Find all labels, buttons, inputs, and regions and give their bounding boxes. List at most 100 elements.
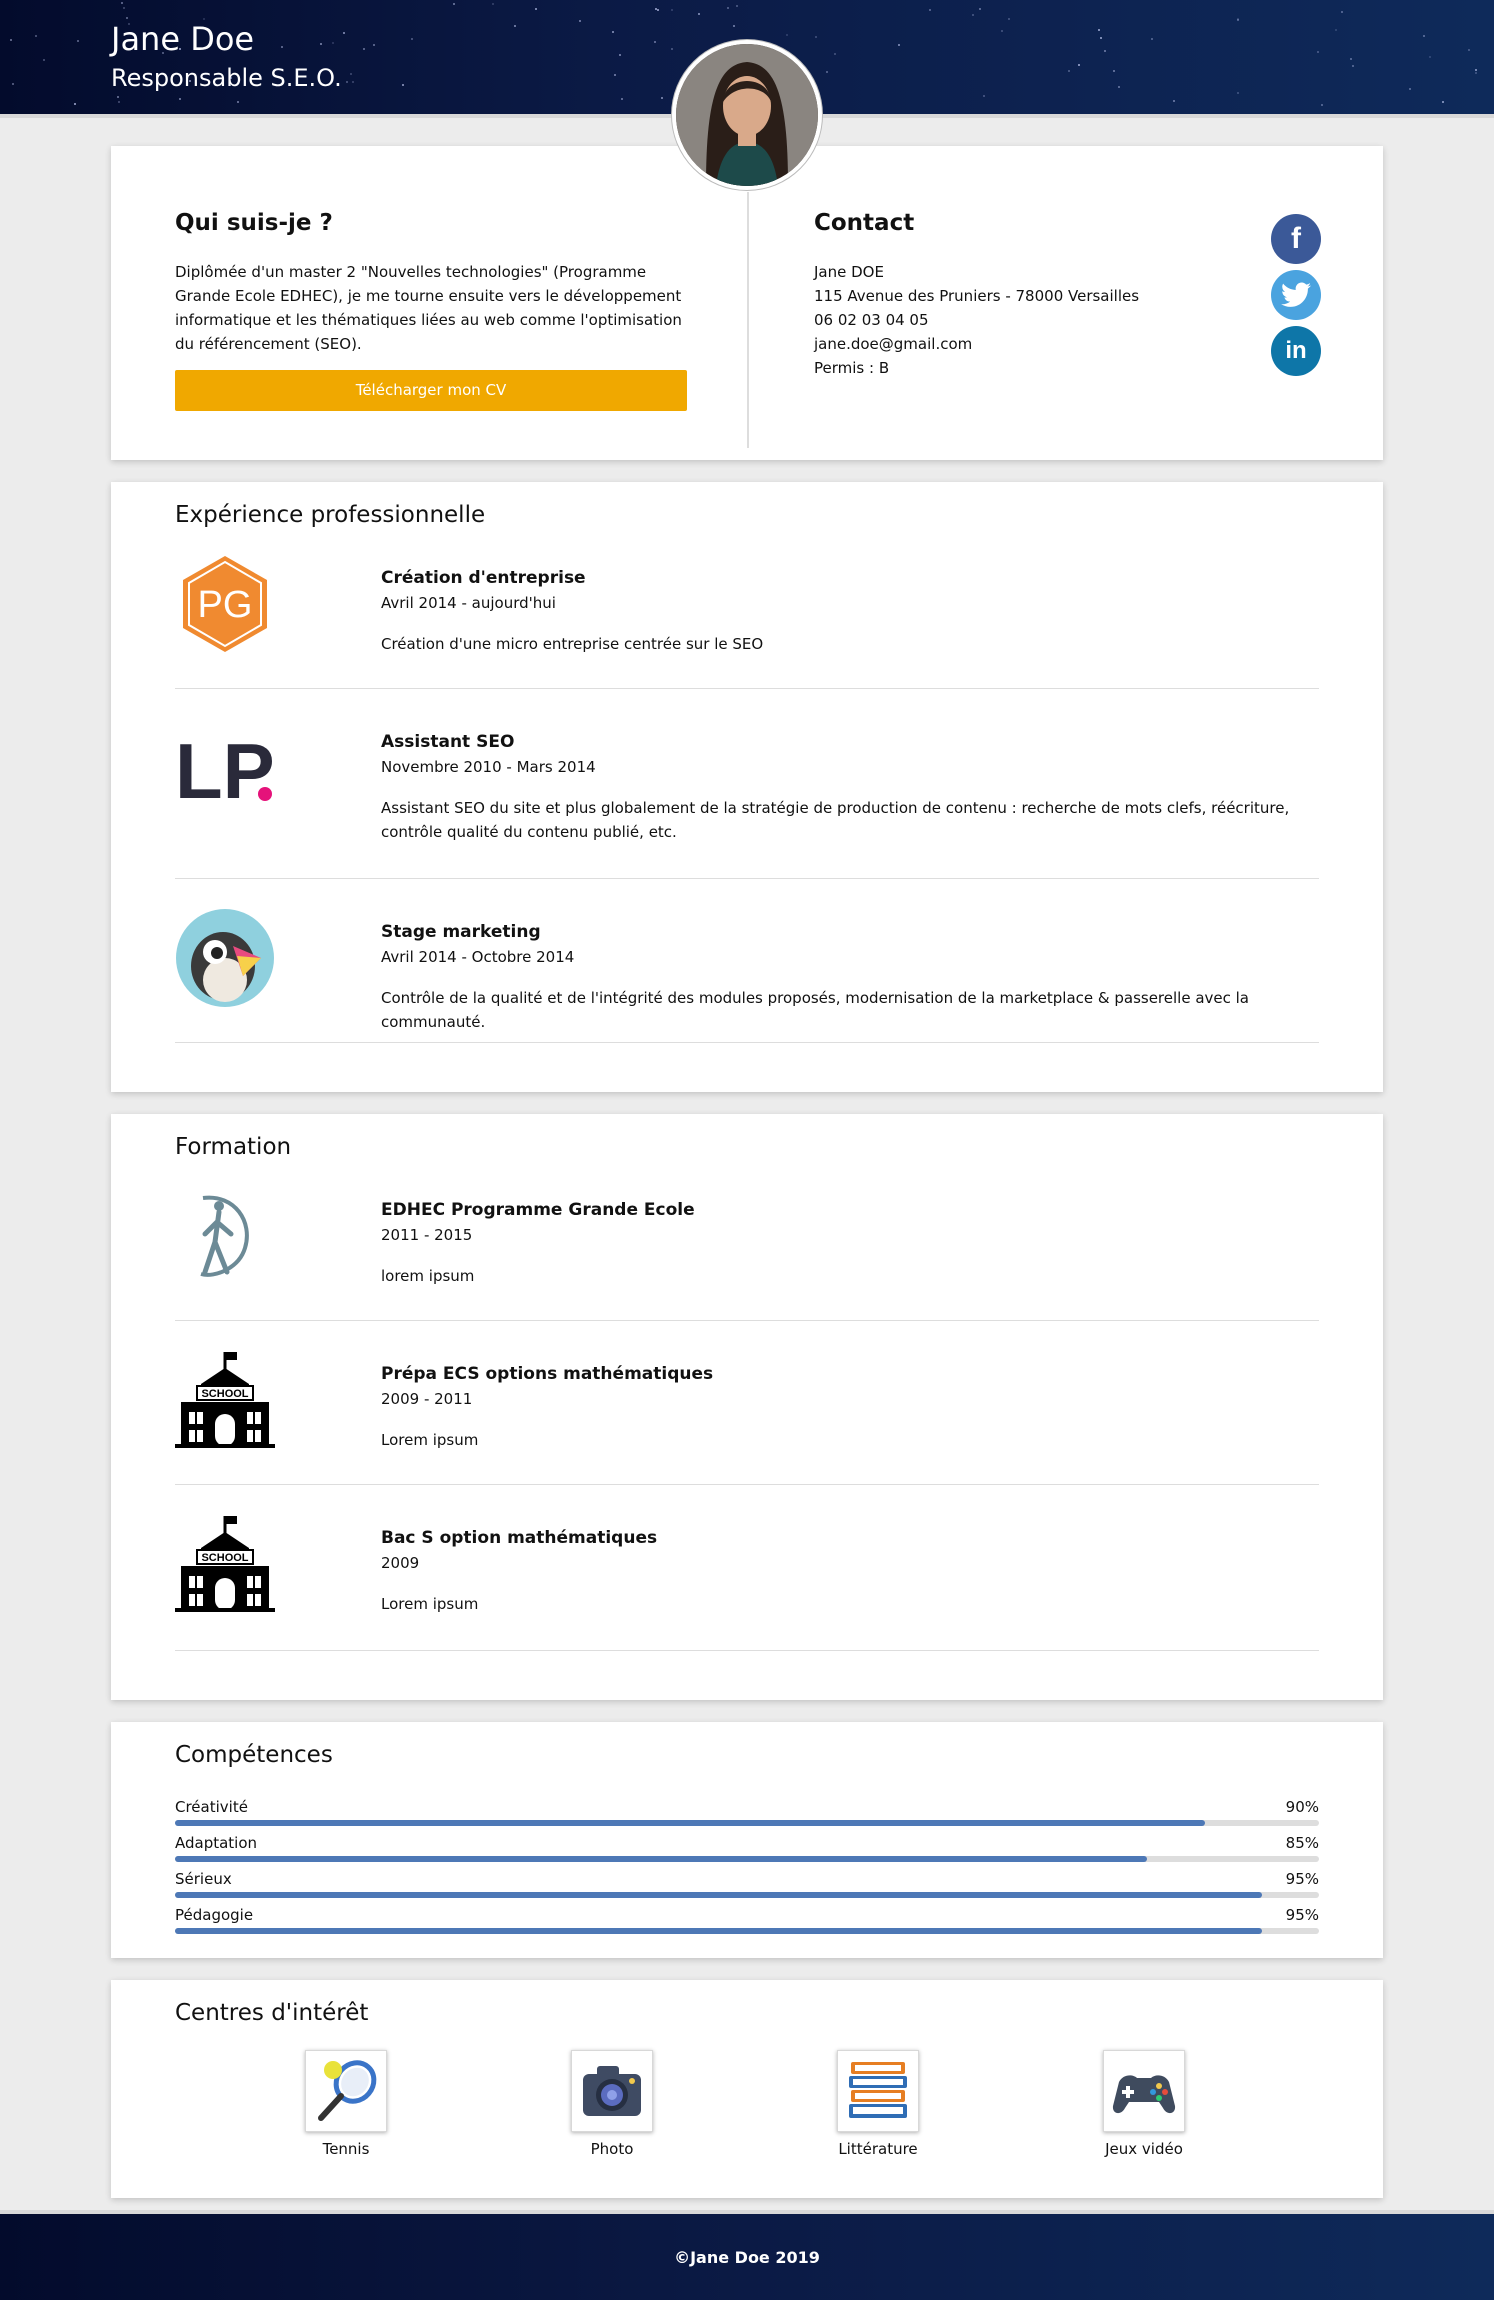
hobby-tennis[interactable]: Tennis [266, 2050, 426, 2158]
skill-label: Adaptation [175, 1834, 258, 1852]
star-decoration [826, 71, 828, 73]
experience-title: Expérience professionnelle [175, 502, 486, 528]
twitter-icon[interactable] [1271, 270, 1321, 320]
facebook-icon[interactable]: f [1271, 214, 1321, 264]
star-decoration [1442, 101, 1444, 103]
header-job-title: Responsable S.E.O. [111, 64, 342, 92]
header-name: Jane Doe [111, 20, 255, 58]
hobbies-title: Centres d'intérêt [175, 2000, 369, 2026]
skill-percent: 90% [1285, 1798, 1319, 1816]
linkedin-icon[interactable]: in [1271, 326, 1321, 376]
experience-item: Stage marketing Avril 2014 - Octobre 201… [175, 908, 1319, 1038]
skill-bar-fill [175, 1820, 1205, 1826]
star-decoration [1335, 29, 1337, 31]
star-decoration [1321, 104, 1323, 106]
star-decoration [972, 14, 974, 16]
about-title: Qui suis-je ? [175, 210, 333, 236]
skills-card: Compétences Créativité 90% Adaptation 85% Sé… [111, 1722, 1383, 1958]
star-decoration [1078, 64, 1080, 66]
page-footer: ©Jane Doe 2019 [0, 2210, 1494, 2300]
star-decoration [671, 48, 673, 50]
star-decoration [117, 96, 119, 98]
pg-logo-text: PG [198, 584, 253, 626]
star-decoration [1098, 29, 1100, 31]
prestashop-puffin-logo [175, 908, 275, 1008]
experience-dates-1: Avril 2014 - aujourd'hui [381, 594, 556, 612]
contact-details: Jane DOE 115 Avenue des Pruniers - 78000… [814, 260, 1139, 380]
star-decoration [346, 81, 348, 83]
star-decoration [411, 38, 413, 40]
education-dates-1: 2011 - 2015 [381, 1226, 473, 1244]
hobby-label: Tennis [322, 2140, 370, 2158]
divider [175, 1042, 1319, 1043]
star-decoration [815, 36, 817, 38]
star-decoration [621, 98, 623, 100]
skill-percent: 95% [1285, 1906, 1319, 1924]
star-decoration [281, 46, 283, 48]
star-decoration [128, 23, 130, 25]
star-decoration [655, 8, 657, 10]
profile-photo [672, 40, 822, 190]
star-decoration [343, 32, 345, 34]
about-text: Diplômée d'un master 2 "Nouvelles techno… [175, 263, 682, 353]
experience-title-2: Assistant SEO [381, 732, 515, 752]
star-decoration [43, 59, 45, 61]
experience-item: PG Création d'entreprise Avril 2014 - au… [175, 554, 1319, 674]
education-item: SCHOOL Bac S option mathématiques 2009 L… [175, 1514, 1319, 1644]
star-decoration [350, 73, 352, 75]
contact-email[interactable]: jane.doe@gmail.com [814, 332, 1139, 356]
star-decoration [230, 77, 232, 79]
star-decoration [492, 3, 494, 5]
skill-bar-fill [175, 1892, 1262, 1898]
about-contact-card: Qui suis-je ? Diplômée d'un master 2 "No… [111, 146, 1383, 460]
star-decoration [118, 101, 120, 103]
experience-title-1: Création d'entreprise [381, 568, 586, 588]
experience-title-3: Stage marketing [381, 922, 541, 942]
star-decoration [1475, 69, 1477, 71]
experience-desc-1: Création d'une micro entreprise centrée … [381, 635, 764, 653]
star-decoration [514, 25, 516, 27]
contact-license: Permis : B [814, 359, 890, 377]
star-decoration [77, 40, 79, 42]
contact-name: Jane DOE [814, 263, 884, 281]
star-decoration [332, 42, 334, 44]
star-decoration [1068, 70, 1070, 72]
education-item: EDHEC Programme Grande Ecole 2011 - 2015… [175, 1186, 1319, 1306]
contact-phone: 06 02 03 04 05 [814, 311, 929, 329]
education-title-2: Prépa ECS options mathématiques [381, 1364, 714, 1384]
experience-item: LP Assistant SEO Novembre 2010 - Mars 20… [175, 718, 1319, 858]
star-decoration [1237, 92, 1239, 94]
footer-copyright: ©Jane Doe 2019 [674, 2248, 820, 2267]
star-decoration [320, 43, 322, 45]
star-decoration [1001, 30, 1003, 32]
star-decoration [733, 25, 735, 27]
edhec-logo [175, 1186, 275, 1286]
star-decoration [1409, 88, 1411, 90]
star-decoration [179, 48, 181, 50]
star-decoration [1350, 58, 1352, 60]
hobby-photo[interactable]: Photo [532, 2050, 692, 2158]
divider [175, 878, 1319, 879]
star-decoration [35, 35, 37, 37]
skill-label: Créativité [175, 1798, 248, 1816]
skill-bar-fill [175, 1928, 1262, 1934]
hobby-literature[interactable]: Littérature [798, 2050, 958, 2158]
star-decoration [612, 31, 614, 33]
hobbies-card: Centres d'intérêt Tennis Photo Littératu… [111, 1980, 1383, 2198]
camera-icon [571, 2050, 653, 2132]
education-desc-2: Lorem ipsum [381, 1431, 479, 1449]
star-decoration [786, 34, 788, 36]
star-decoration [179, 98, 181, 100]
star-decoration [736, 5, 738, 7]
star-decoration [1151, 38, 1153, 40]
star-decoration [10, 39, 12, 41]
hobby-videogames[interactable]: Jeux vidéo [1064, 2050, 1224, 2158]
star-decoration [1237, 19, 1239, 21]
tennis-racket-icon [305, 2050, 387, 2132]
star-decoration [1341, 11, 1343, 13]
download-cv-button[interactable]: Télécharger mon CV [175, 370, 687, 411]
star-decoration [579, 20, 581, 22]
skill-bar-fill [175, 1856, 1148, 1862]
star-decoration [373, 44, 375, 46]
lp-logo-text: LP [175, 727, 275, 815]
